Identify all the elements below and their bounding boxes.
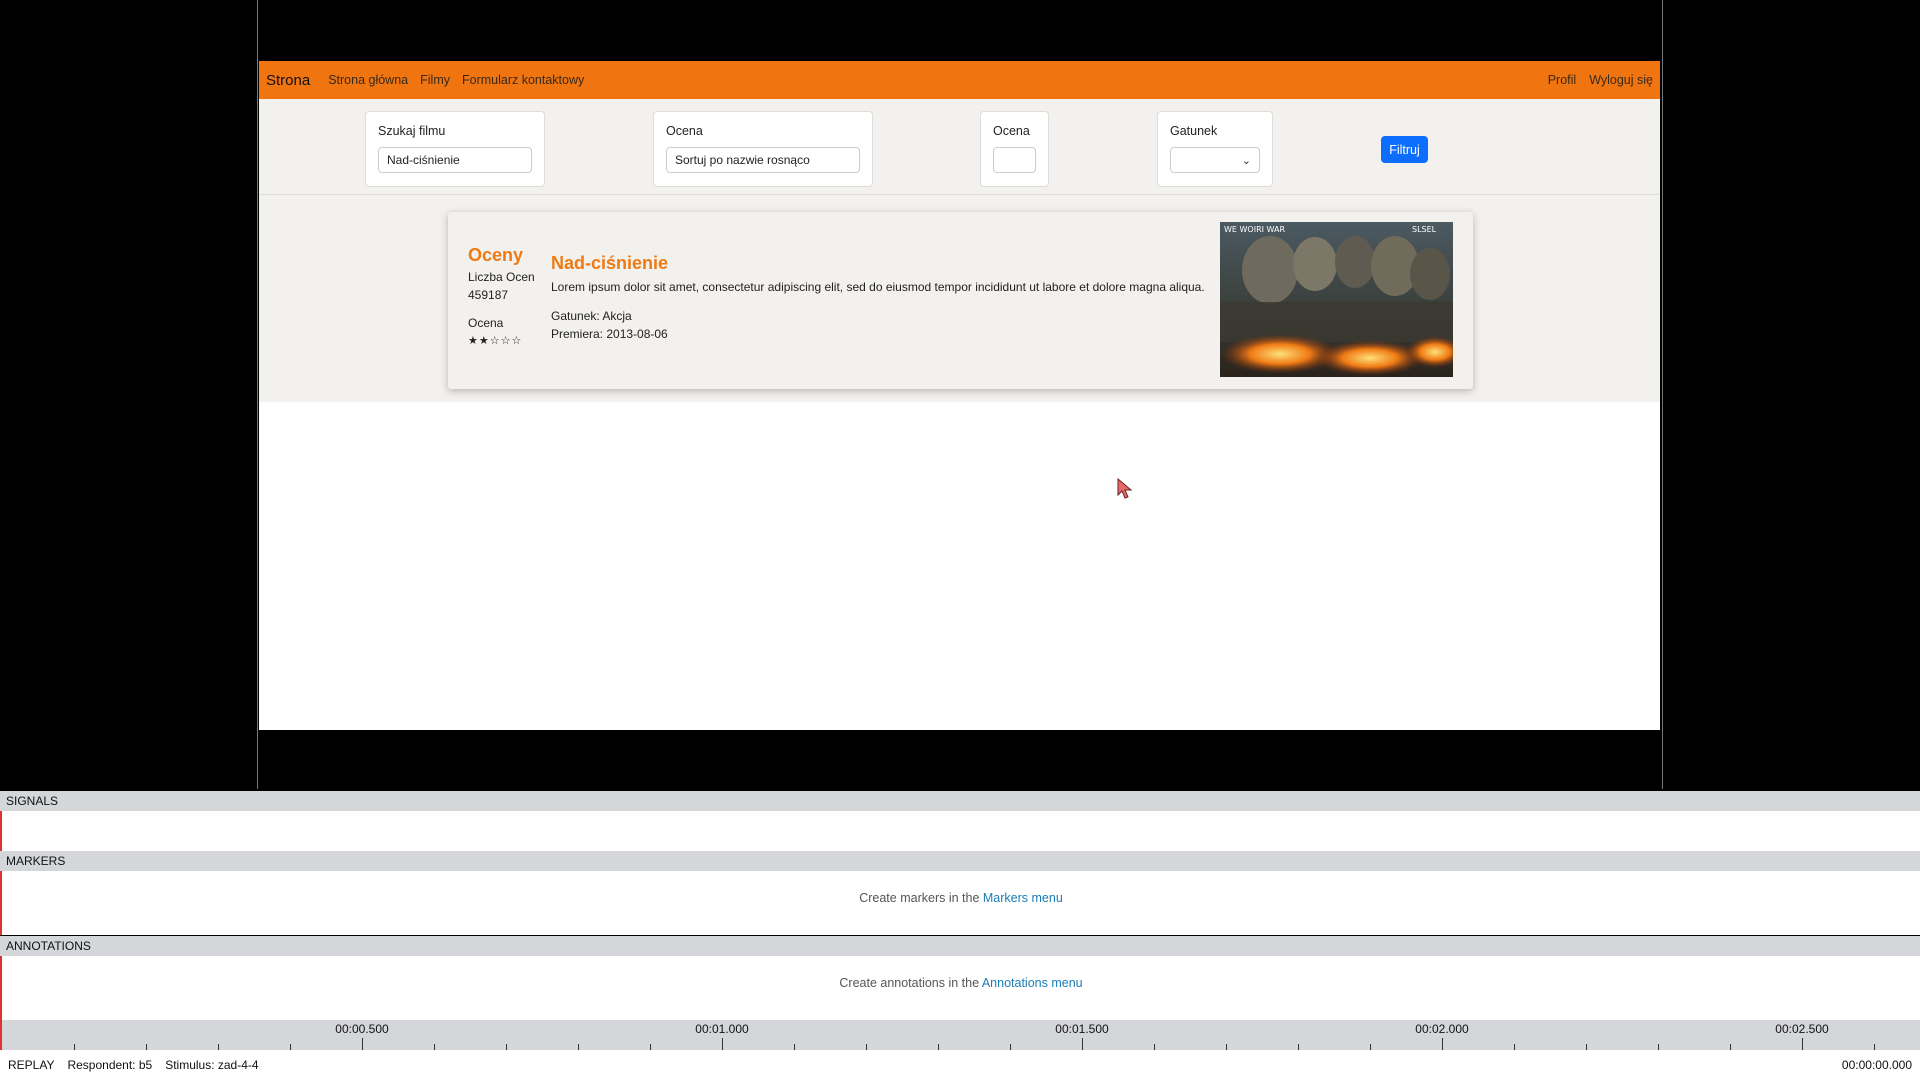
rating-label: Ocena <box>468 316 504 330</box>
poster-text-right: SLSEL <box>1412 225 1437 234</box>
genre-label: Gatunek <box>1170 124 1218 138</box>
nav-link-profile[interactable]: Profil <box>1548 73 1576 87</box>
movie-description: Lorem ipsum dolor sit amet, consectetur … <box>551 280 1205 294</box>
rating-filter-box: Ocena <box>980 111 1049 187</box>
movie-info: Nad-ciśnienie Lorem ipsum dolor sit amet… <box>551 254 1211 343</box>
timeline-tick <box>722 1038 723 1050</box>
movie-premiere: Premiera: 2013-08-06 <box>551 327 668 341</box>
timeline-label: 00:02.500 <box>1775 1022 1829 1036</box>
nav-link-contact[interactable]: Formularz kontaktowy <box>462 73 584 87</box>
nav-link-movies[interactable]: Filmy <box>420 73 450 87</box>
annotations-menu-link[interactable]: Annotations menu <box>982 976 1083 990</box>
ratings-count-value: 459187 <box>468 288 509 302</box>
timeline-tick <box>1082 1038 1083 1050</box>
genre-select[interactable]: ⌄ <box>1170 147 1260 173</box>
timeline-label: 00:01.000 <box>695 1022 749 1036</box>
timeline-tick <box>1802 1038 1803 1050</box>
results-area: Oceny Liczba Ocen 459187 Ocena ★★☆☆☆ Nad… <box>259 195 1660 402</box>
annotations-body: Create annotations in the Annotations me… <box>0 956 1920 1020</box>
search-input[interactable]: Nad-ciśnienie <box>378 147 532 173</box>
markers-message: Create markers in the Markers menu <box>2 891 1920 905</box>
timeline-label: 00:02.000 <box>1415 1022 1469 1036</box>
stage-right-border <box>1662 0 1663 789</box>
filter-bar: Szukaj filmu Nad-ciśnienie Ocena Sortuj … <box>259 99 1660 195</box>
mouse-cursor-icon <box>1117 478 1133 499</box>
status-time: 00:00:00.000 <box>1841 1058 1912 1072</box>
sort-input[interactable]: Sortuj po nazwie rosnąco <box>666 147 860 173</box>
genre-filter-box: Gatunek ⌄ <box>1157 111 1273 187</box>
markers-menu-link[interactable]: Markers menu <box>983 891 1063 905</box>
signals-panel: SIGNALS <box>0 791 1920 851</box>
timeline-label: 00:00.500 <box>335 1022 389 1036</box>
movie-title: Nad-ciśnienie <box>551 253 669 273</box>
timeline-label: 00:01.500 <box>1055 1022 1109 1036</box>
status-stimulus: Stimulus: zad-4-4 <box>165 1058 259 1072</box>
filter-button[interactable]: Filtruj <box>1381 136 1428 163</box>
video-stage: Strona Strona główna Filmy Formularz kon… <box>0 0 1920 789</box>
rating-label: Ocena <box>993 124 1030 138</box>
navbar-brand[interactable]: Strona <box>266 72 310 89</box>
movie-genre: Gatunek: Akcja <box>551 309 632 323</box>
ratings-title: Oceny <box>468 245 524 265</box>
nav-link-logout[interactable]: Wyloguj się <box>1589 73 1653 87</box>
movie-card: Oceny Liczba Ocen 459187 Ocena ★★☆☆☆ Nad… <box>448 212 1473 389</box>
annotations-message-text: Create annotations in the <box>839 976 982 990</box>
rating-input[interactable] <box>993 147 1036 173</box>
markers-header: MARKERS <box>0 851 1920 871</box>
markers-message-text: Create markers in the <box>859 891 983 905</box>
sort-filter-box: Ocena Sortuj po nazwie rosnąco <box>653 111 873 187</box>
search-label: Szukaj filmu <box>378 124 446 138</box>
timeline-tick <box>1442 1038 1443 1050</box>
poster-image: WE WOIRI WAR SLSEL <box>1220 222 1453 377</box>
timeline-ruler[interactable]: 00:00.500 00:01.000 00:01.500 00:02.000 … <box>0 1020 1920 1050</box>
signals-body <box>0 811 1920 851</box>
website-screen: Strona Strona główna Filmy Formularz kon… <box>259 61 1660 730</box>
ratings-count-label: Liczba Ocen <box>468 270 535 284</box>
markers-body: Create markers in the Markers menu <box>0 871 1920 935</box>
movie-poster: WE WOIRI WAR SLSEL <box>1220 222 1453 377</box>
annotations-panel: ANNOTATIONS Create annotations in the An… <box>0 936 1920 1020</box>
annotations-message: Create annotations in the Annotations me… <box>2 976 1920 990</box>
stage-left-border <box>257 0 258 789</box>
navbar: Strona Strona główna Filmy Formularz kon… <box>259 61 1660 99</box>
search-filter-box: Szukaj filmu Nad-ciśnienie <box>365 111 545 187</box>
sort-label: Ocena <box>666 124 703 138</box>
rating-stars: ★★☆☆☆ <box>468 335 523 347</box>
poster-text-left: WE WOIRI WAR <box>1224 225 1285 234</box>
navbar-right: Profil Wyloguj się <box>1535 73 1653 87</box>
status-respondent: Respondent: b5 <box>67 1058 153 1072</box>
rating-column: Oceny Liczba Ocen 459187 Ocena ★★☆☆☆ <box>468 246 548 350</box>
status-mode: REPLAY <box>8 1058 55 1072</box>
timeline-tick <box>362 1038 363 1050</box>
signals-header: SIGNALS <box>0 791 1920 811</box>
nav-link-home[interactable]: Strona główna <box>328 73 408 87</box>
chevron-down-icon: ⌄ <box>1241 154 1251 167</box>
markers-panel: MARKERS Create markers in the Markers me… <box>0 851 1920 935</box>
status-bar: REPLAY Respondent: b5 Stimulus: zad-4-4 … <box>0 1050 1920 1080</box>
annotations-header: ANNOTATIONS <box>0 936 1920 956</box>
